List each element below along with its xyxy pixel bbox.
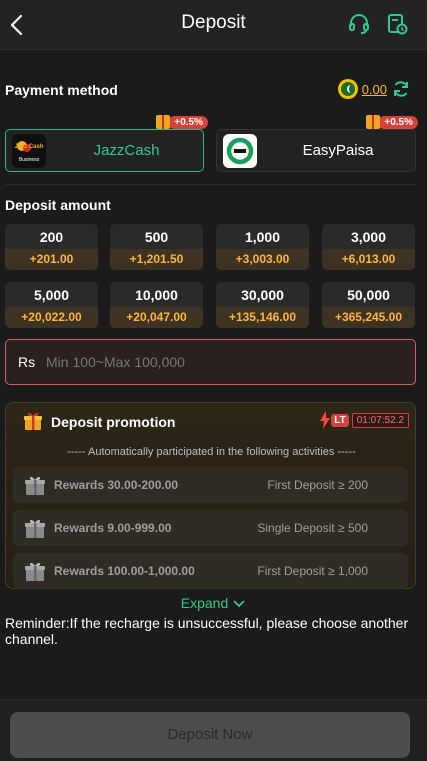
reward-range: Rewards 100.00-1,000.00 — [54, 564, 195, 578]
payment-method-easypaisa[interactable]: EasyPaisa +0.5% — [216, 115, 418, 172]
divider — [5, 184, 416, 185]
reward-row: Rewards 30.00-200.00 First Deposit ≥ 200 — [13, 467, 408, 503]
gift-icon — [156, 115, 171, 129]
expand-label: Expand — [180, 595, 229, 611]
amount-bonus: +1,201.50 — [110, 249, 203, 270]
jazzcash-logo-subtext: Business — [19, 157, 40, 163]
promotion-note: ----- Automatically participated in the … — [67, 446, 356, 458]
pakistan-flag-icon — [337, 79, 358, 99]
payment-method-name: JazzCash — [93, 142, 160, 159]
balance-value: 0.00 — [361, 81, 387, 97]
customer-service-headset-icon[interactable] — [347, 12, 371, 36]
amount-bonus: +365,245.00 — [322, 307, 415, 328]
promotion-timer: LT 01:07:52.2 — [319, 411, 409, 429]
expand-button[interactable]: Expand — [0, 595, 427, 611]
payment-method-heading: Payment method — [5, 82, 118, 98]
amount-bonus: +201.00 — [5, 249, 98, 270]
amount-bonus: +20,022.00 — [5, 307, 98, 328]
gift-icon — [23, 411, 43, 431]
amount-bonus: +20,047.00 — [110, 307, 203, 328]
reward-condition: First Deposit ≥ 200 — [267, 478, 368, 492]
bonus-percent: +0.5% — [378, 115, 418, 129]
amount-option-30000[interactable]: 30,000 +135,146.00 — [216, 282, 309, 328]
reward-row: Rewards 100.00-1,000.00 First Deposit ≥ … — [13, 553, 408, 589]
gift-box-icon — [25, 519, 45, 538]
amount-value: 3,000 — [350, 229, 387, 245]
bonus-badge: +0.5% — [366, 115, 418, 129]
gift-box-icon — [25, 476, 45, 495]
limited-time-badge: LT — [331, 413, 349, 427]
currency-symbol: Rs — [18, 354, 36, 370]
chevron-down-icon — [233, 600, 245, 608]
amount-option-3000[interactable]: 3,000 +6,013.00 — [322, 224, 415, 270]
amount-input[interactable] — [46, 350, 396, 374]
amount-option-50000[interactable]: 50,000 +365,245.00 — [322, 282, 415, 328]
reward-condition: First Deposit ≥ 1,000 — [257, 564, 368, 578]
reminder-text: Reminder:If the recharge is unsuccessful… — [5, 615, 409, 647]
bonus-percent: +0.5% — [168, 115, 208, 129]
amount-value: 30,000 — [241, 287, 284, 303]
amount-value: 500 — [144, 229, 169, 245]
jazzcash-logo: Jazz Cash Business — [12, 134, 46, 168]
amount-input-container: Rs — [5, 339, 416, 385]
footer-bar: Deposit Now — [0, 699, 427, 761]
amount-value: 5,000 — [33, 287, 70, 303]
amount-option-10000[interactable]: 10,000 +20,047.00 — [110, 282, 203, 328]
amount-value: 200 — [39, 229, 64, 245]
countdown-timer: 01:07:52.2 — [351, 412, 409, 428]
amount-bonus: +135,146.00 — [216, 307, 309, 328]
deposit-history-icon[interactable] — [385, 12, 409, 36]
amount-value: 1,000 — [244, 229, 281, 245]
jazzcash-logo-text: Jazz Cash — [14, 144, 43, 150]
lightning-icon — [320, 411, 331, 429]
reward-row: Rewards 9.00-999.00 Single Deposit ≥ 500 — [13, 510, 408, 546]
balance-display: 0.00 — [337, 78, 411, 100]
refresh-icon[interactable] — [391, 79, 411, 99]
promotion-title: Deposit promotion — [51, 414, 176, 430]
reward-range: Rewards 9.00-999.00 — [54, 521, 172, 535]
gift-box-icon — [25, 562, 45, 581]
amount-option-500[interactable]: 500 +1,201.50 — [110, 224, 203, 270]
amount-value: 10,000 — [135, 287, 178, 303]
amount-value: 50,000 — [347, 287, 390, 303]
deposit-amount-heading: Deposit amount — [5, 197, 111, 213]
amount-bonus: +6,013.00 — [322, 249, 415, 270]
header-bar: Deposit — [0, 0, 427, 50]
amount-option-1000[interactable]: 1,000 +3,003.00 — [216, 224, 309, 270]
bonus-badge: +0.5% — [156, 115, 208, 129]
payment-method-jazzcash[interactable]: Jazz Cash Business JazzCash +0.5% — [5, 115, 208, 172]
amount-option-5000[interactable]: 5,000 +20,022.00 — [5, 282, 98, 328]
payment-method-name: EasyPaisa — [302, 142, 374, 159]
reward-range: Rewards 30.00-200.00 — [54, 478, 179, 492]
reward-condition: Single Deposit ≥ 500 — [257, 521, 368, 535]
amount-bonus: +3,003.00 — [216, 249, 309, 270]
deposit-promotion-panel: Deposit promotion LT 01:07:52.2 ----- Au… — [5, 402, 416, 589]
easypaisa-logo — [223, 134, 257, 168]
amount-option-200[interactable]: 200 +201.00 — [5, 224, 98, 270]
gift-icon — [366, 115, 381, 129]
deposit-now-button[interactable]: Deposit Now — [10, 712, 410, 758]
